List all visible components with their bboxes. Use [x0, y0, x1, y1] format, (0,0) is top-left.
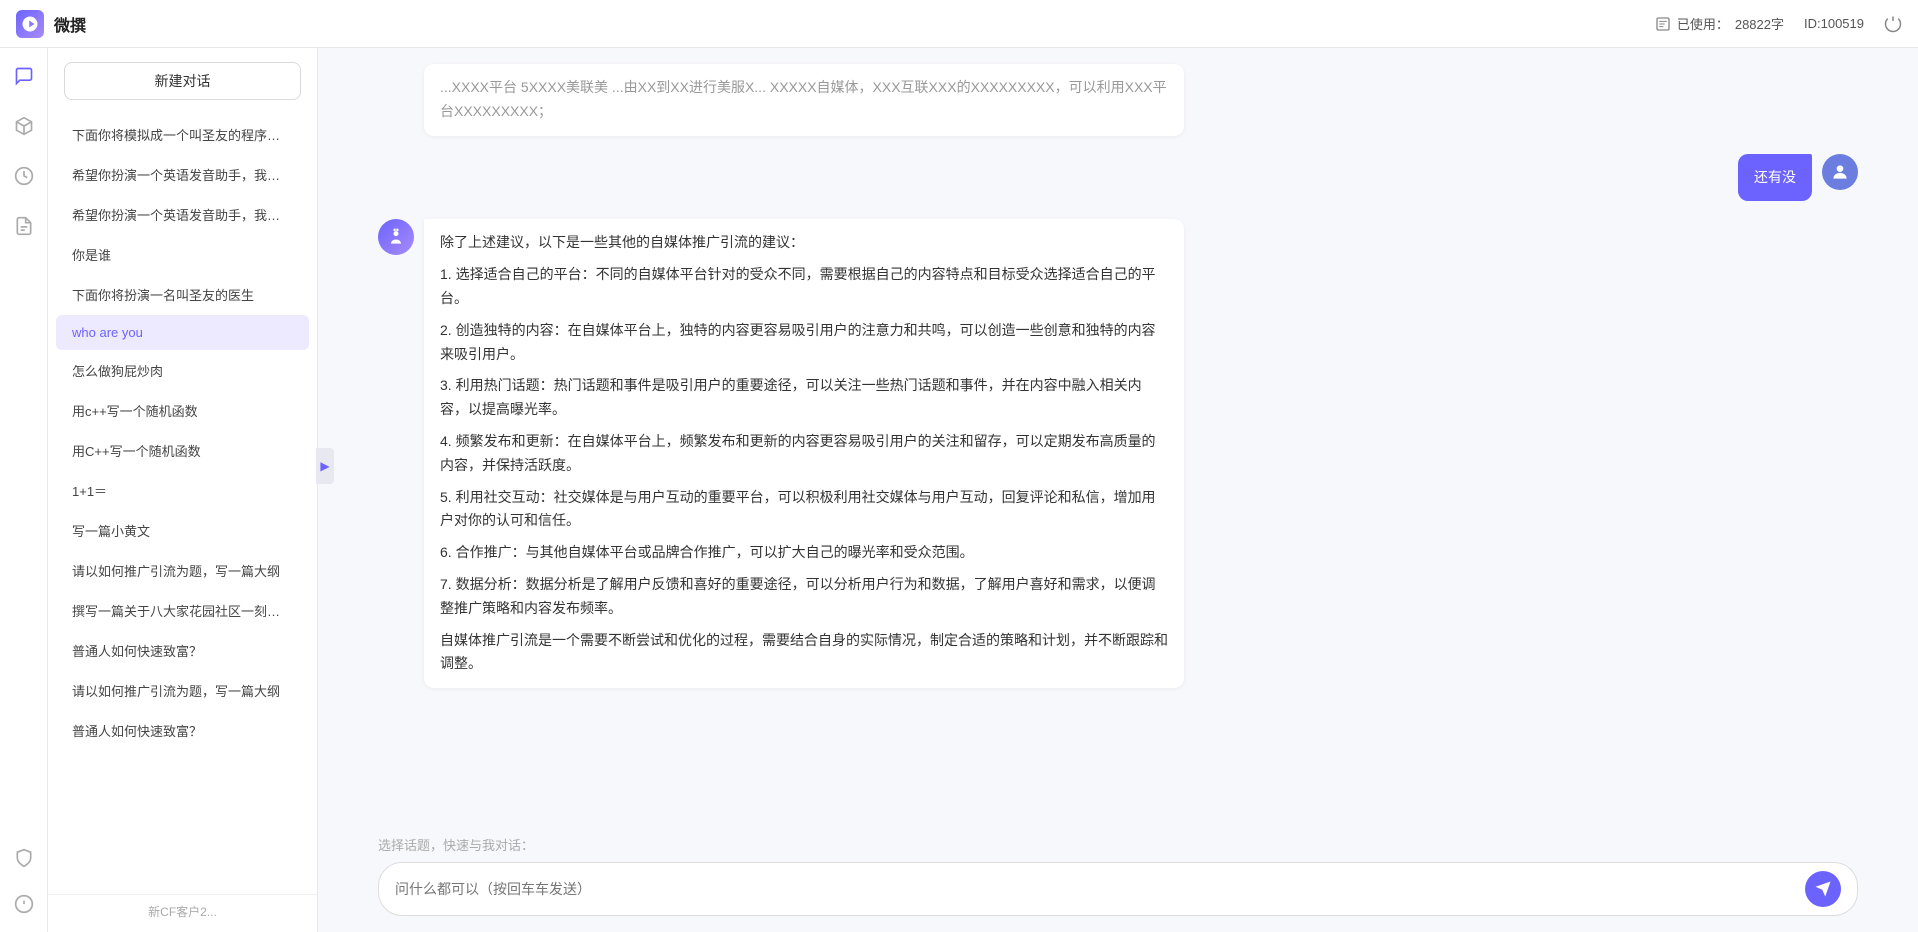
user-avatar [1822, 154, 1858, 190]
app-logo [16, 10, 44, 38]
nav-cube-icon[interactable] [8, 110, 40, 142]
sidebar-item-1[interactable]: 下面你将模拟成一个叫圣友的程序员，我说... [56, 115, 309, 154]
sidebar-item-13[interactable]: 撰写一篇关于八大家花园社区一刻钟便民生... [56, 591, 309, 630]
usage-icon [1655, 16, 1671, 32]
chat-footer: 选择话题，快速与我对话： [318, 825, 1918, 932]
ai-para-0: 除了上述建议，以下是一些其他的自媒体推广引流的建议： [440, 231, 1168, 255]
sidebar-item-8[interactable]: 用c++写一个随机函数 [56, 391, 309, 430]
chat-input[interactable] [395, 881, 1797, 897]
input-row [378, 862, 1858, 916]
ai-para-3: 3. 利用热门话题：热门话题和事件是吸引用户的重要途径，可以关注一些热门话题和事… [440, 374, 1168, 422]
nav-info-icon[interactable] [8, 888, 40, 920]
nav-shield-icon[interactable] [8, 842, 40, 874]
message-list: ...XXXX平台 5XXXX美联美 ...由XX到XX进行美服X... XXX… [318, 48, 1918, 825]
new-conversation-button[interactable]: 新建对话 [64, 62, 301, 100]
sidebar-item-4[interactable]: 你是谁 [56, 235, 309, 274]
ai-para-1: 1. 选择适合自己的平台：不同的自媒体平台针对的受众不同，需要根据自己的内容特点… [440, 263, 1168, 311]
header-right: 已使用： 28822字 ID:100519 [1655, 14, 1902, 33]
app-title: 微撰 [54, 12, 86, 36]
send-button[interactable] [1805, 871, 1841, 907]
main-layout: 新建对话 下面你将模拟成一个叫圣友的程序员，我说... 希望你扮演一个英语发音助… [0, 48, 1918, 932]
message-row-user-1: 还有没 [378, 154, 1858, 202]
nav-clock-icon[interactable] [8, 160, 40, 192]
sidebar-item-3[interactable]: 希望你扮演一个英语发音助手，我提供给你... [56, 195, 309, 234]
ai-avatar [378, 219, 414, 255]
nav-chat-icon[interactable] [8, 60, 40, 92]
usage-label: 已使用： [1677, 14, 1729, 33]
quick-topics-label: 选择话题，快速与我对话： [378, 835, 1858, 854]
sidebar-item-7[interactable]: 怎么做狗屁炒肉 [56, 351, 309, 390]
sidebar-item-6[interactable]: who are you [56, 315, 309, 350]
sidebar-bottom-text: 新CF客户2... [48, 894, 317, 932]
icon-bar [0, 48, 48, 932]
user-message-bubble-1: 还有没 [1738, 154, 1812, 202]
sidebar-item-5[interactable]: 下面你将扮演一名叫圣友的医生 [56, 275, 309, 314]
nav-doc-icon[interactable] [8, 210, 40, 242]
user-id: ID:100519 [1804, 16, 1864, 31]
usage-count: 28822字 [1735, 14, 1784, 33]
ai-para-8: 自媒体推广引流是一个需要不断尝试和优化的过程，需要结合自身的实际情况，制定合适的… [440, 629, 1168, 677]
usage-display: 已使用： 28822字 [1655, 14, 1784, 33]
sidebar-item-2[interactable]: 希望你扮演一个英语发音助手，我提供给你... [56, 155, 309, 194]
sidebar-item-16[interactable]: 普通人如何快速致富？ [56, 711, 309, 750]
sidebar-item-12[interactable]: 请以如何推广引流为题，写一篇大纲 [56, 551, 309, 590]
sidebar-item-14[interactable]: 普通人如何快速致富？ [56, 631, 309, 670]
message-row-ai-1: 除了上述建议，以下是一些其他的自媒体推广引流的建议： 1. 选择适合自己的平台：… [378, 219, 1858, 688]
chat-area: ...XXXX平台 5XXXX美联美 ...由XX到XX进行美服X... XXX… [318, 48, 1918, 932]
ai-para-4: 4. 频繁发布和更新：在自媒体平台上，频繁发布和更新的内容更容易吸引用户的关注和… [440, 430, 1168, 478]
partial-ai-message: ...XXXX平台 5XXXX美联美 ...由XX到XX进行美服X... XXX… [424, 64, 1184, 136]
ai-para-6: 6. 合作推广：与其他自媒体平台或品牌合作推广，可以扩大自己的曝光率和受众范围。 [440, 541, 1168, 565]
ai-para-2: 2. 创造独特的内容：在自媒体平台上，独特的内容更容易吸引用户的注意力和共鸣，可… [440, 319, 1168, 367]
ai-para-5: 5. 利用社交互动：社交媒体是与用户互动的重要平台，可以积极利用社交媒体与用户互… [440, 486, 1168, 534]
sidebar-item-9[interactable]: 用C++写一个随机函数 [56, 431, 309, 470]
sidebar-item-10[interactable]: 1+1＝ [56, 471, 309, 510]
power-button[interactable] [1884, 15, 1902, 33]
sidebar: 新建对话 下面你将模拟成一个叫圣友的程序员，我说... 希望你扮演一个英语发音助… [48, 48, 318, 932]
ai-para-7: 7. 数据分析：数据分析是了解用户反馈和喜好的重要途径，可以分析用户行为和数据，… [440, 573, 1168, 621]
sidebar-item-15[interactable]: 请以如何推广引流为题，写一篇大纲 [56, 671, 309, 710]
conversation-list: 下面你将模拟成一个叫圣友的程序员，我说... 希望你扮演一个英语发音助手，我提供… [48, 110, 317, 894]
header-left: 微撰 [16, 10, 86, 38]
sidebar-collapse-button[interactable]: ▶ [316, 448, 334, 484]
ai-message-bubble-1: 除了上述建议，以下是一些其他的自媒体推广引流的建议： 1. 选择适合自己的平台：… [424, 219, 1184, 688]
header: 微撰 已使用： 28822字 ID:100519 [0, 0, 1918, 48]
icon-bar-bottom [8, 842, 40, 920]
sidebar-item-11[interactable]: 写一篇小黄文 [56, 511, 309, 550]
